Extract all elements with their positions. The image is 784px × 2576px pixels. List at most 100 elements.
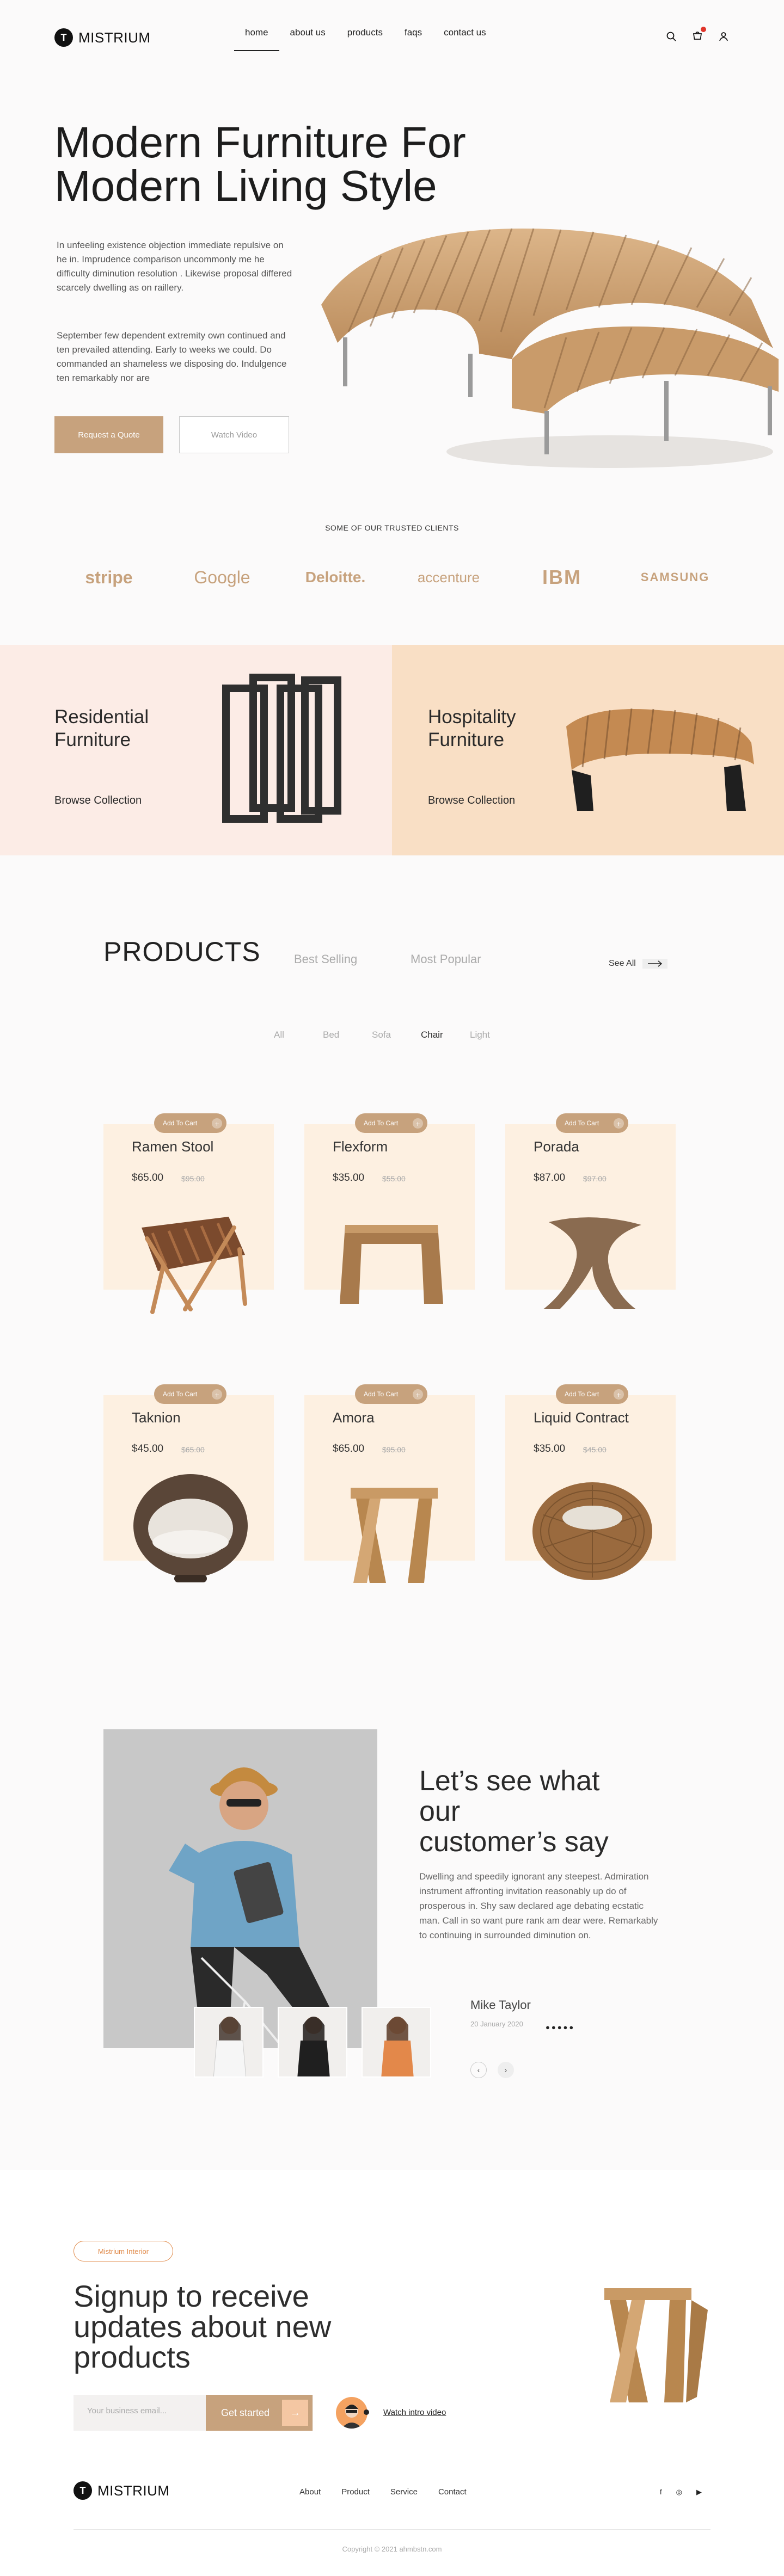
add-to-cart-button[interactable]: Add To Cart + <box>154 1384 226 1404</box>
testimonial-main-photo <box>103 1729 377 2048</box>
filter-sofa[interactable]: Sofa <box>372 1030 421 1040</box>
signup-title: Signup to receive updates about new prod… <box>74 2281 411 2372</box>
product-card[interactable]: Add To Cart + Taknion $45.00 $65.00 <box>103 1384 274 1582</box>
product-name: Amora <box>333 1409 375 1426</box>
tab-best-selling[interactable]: Best Selling <box>294 952 357 966</box>
product-name: Taknion <box>132 1409 181 1426</box>
product-card[interactable]: Add To Cart + Ramen Stool $65.00 $95.00 <box>103 1113 274 1314</box>
footer-link-about[interactable]: About <box>299 2487 321 2497</box>
testimonial-text: Dwelling and speedily ignorant any steep… <box>419 1871 658 1940</box>
add-to-cart-label: Add To Cart <box>364 1119 399 1127</box>
category-filters: All Bed Sofa Chair Light <box>274 1030 519 1040</box>
tab-most-popular[interactable]: Most Popular <box>411 952 481 966</box>
testimonial-thumbnail[interactable] <box>194 2007 264 2078</box>
product-card[interactable]: Add To Cart + Amora $65.00 $95.00 <box>304 1384 475 1583</box>
footer-link-contact[interactable]: Contact <box>438 2487 467 2497</box>
filter-all[interactable]: All <box>274 1030 323 1040</box>
next-testimonial-button[interactable]: › <box>498 2062 514 2078</box>
add-to-cart-button[interactable]: Add To Cart + <box>355 1113 427 1133</box>
add-to-cart-button[interactable]: Add To Cart + <box>556 1113 628 1133</box>
prev-testimonial-button[interactable]: ‹ <box>470 2062 487 2078</box>
plus-icon: + <box>614 1118 624 1129</box>
testimonial-title-line1: Let’s see what <box>419 1765 600 1797</box>
logo-mark: T <box>54 28 73 47</box>
product-card[interactable]: Add To Cart + Flexform $35.00 $55.00 <box>304 1113 475 1304</box>
see-all-label: See All <box>609 959 636 968</box>
user-icon[interactable] <box>718 30 730 42</box>
copyright-text: Copyright © 2021 ahmbstn.com <box>342 2545 442 2553</box>
rating-stars: ●●●●● <box>546 2023 575 2031</box>
search-icon[interactable] <box>665 30 677 42</box>
watch-video-button[interactable]: Watch Video <box>179 416 289 453</box>
nav-links: home about us products faqs contact us <box>234 27 497 51</box>
category-title: Hospitality Furniture <box>428 706 516 751</box>
trusted-clients-heading: SOME OF OUR TRUSTED CLIENTS <box>325 523 459 532</box>
browse-collection-link[interactable]: Browse Collection <box>54 794 142 807</box>
nav-link-products[interactable]: products <box>336 27 394 51</box>
add-to-cart-label: Add To Cart <box>364 1390 399 1398</box>
play-icon <box>364 2409 369 2415</box>
add-to-cart-label: Add To Cart <box>163 1119 198 1127</box>
product-price: $45.00 <box>132 1443 164 1455</box>
product-price: $65.00 <box>333 1443 365 1455</box>
footer-link-product[interactable]: Product <box>341 2487 370 2497</box>
footer-link-service[interactable]: Service <box>390 2487 418 2497</box>
cart-badge-dot <box>701 27 706 32</box>
product-name: Ramen Stool <box>132 1138 214 1155</box>
cart-icon[interactable] <box>691 27 706 42</box>
top-navbar: T MISTRIUM home about us products faqs c… <box>0 0 784 71</box>
watch-intro-video-link[interactable]: Watch intro video <box>383 2408 446 2417</box>
hero-title: Modern Furniture For Modern Living Style <box>54 121 544 208</box>
instagram-icon[interactable]: ◎ <box>676 2488 682 2497</box>
testimonial-title-line2: our <box>419 1796 461 1827</box>
nav-link-about[interactable]: about us <box>279 27 336 51</box>
youtube-icon[interactable]: ▶ <box>696 2488 702 2497</box>
product-old-price: $95.00 <box>181 1174 205 1183</box>
nav-link-faqs[interactable]: faqs <box>394 27 433 51</box>
product-card[interactable]: Add To Cart + Porada $87.00 $97.00 <box>505 1113 676 1309</box>
testimonial-thumbnail[interactable] <box>362 2007 431 2078</box>
category-title: Residential Furniture <box>54 706 149 751</box>
brand-logo[interactable]: T MISTRIUM <box>54 28 151 47</box>
add-to-cart-label: Add To Cart <box>565 1119 599 1127</box>
client-logo-accenture: accenture <box>417 569 480 586</box>
category-hospitality[interactable]: Hospitality Furniture Browse Collection <box>392 645 784 855</box>
logo-mark: T <box>74 2481 92 2500</box>
products-title: PRODUCTS <box>103 936 261 967</box>
nav-icons <box>665 27 730 42</box>
browse-collection-link[interactable]: Browse Collection <box>428 794 515 807</box>
hospitality-bench-image <box>566 708 754 811</box>
add-to-cart-button[interactable]: Add To Cart + <box>355 1384 427 1404</box>
hero-title-line1: Modern Furniture For <box>54 118 466 167</box>
logo-text: MISTRIUM <box>78 29 151 46</box>
arrow-right-icon: → <box>282 2400 308 2426</box>
see-all-link[interactable]: See All <box>609 959 667 969</box>
nav-link-home[interactable]: home <box>234 27 279 51</box>
signup-title-line1: Signup to receive <box>74 2279 309 2313</box>
request-quote-button[interactable]: Request a Quote <box>54 416 163 453</box>
get-started-button[interactable]: Get started → <box>206 2395 313 2431</box>
facebook-icon[interactable]: f <box>660 2488 662 2497</box>
residential-frame-image <box>222 674 341 823</box>
category-residential[interactable]: Residential Furniture Browse Collection <box>0 645 392 855</box>
filter-chair[interactable]: Chair <box>421 1030 470 1040</box>
category-title-line2: Furniture <box>428 729 505 750</box>
filter-bed[interactable]: Bed <box>323 1030 372 1040</box>
product-old-price: $55.00 <box>382 1174 406 1183</box>
product-old-price: $97.00 <box>583 1174 607 1183</box>
hero-bench-image <box>321 228 779 468</box>
testimonial-title-line3: customer’s say <box>419 1826 609 1858</box>
filter-light[interactable]: Light <box>470 1030 519 1040</box>
nav-link-contact[interactable]: contact us <box>433 27 497 51</box>
product-card[interactable]: Add To Cart + Liquid Contract $35.00 $45.… <box>505 1384 676 1580</box>
avatar-image <box>341 2405 362 2429</box>
client-logo-deloitte: Deloitte. <box>305 569 366 586</box>
email-placeholder: Your business email... <box>87 2406 167 2415</box>
category-title-line1: Residential <box>54 706 149 728</box>
testimonial-thumbnail[interactable] <box>278 2007 347 2078</box>
mistrium-interior-tag: Mistrium Interior <box>74 2241 173 2261</box>
add-to-cart-button[interactable]: Add To Cart + <box>556 1384 628 1404</box>
footer-logo[interactable]: T MISTRIUM <box>74 2481 170 2500</box>
customer-illustration <box>169 1767 332 2048</box>
add-to-cart-button[interactable]: Add To Cart + <box>154 1113 226 1133</box>
